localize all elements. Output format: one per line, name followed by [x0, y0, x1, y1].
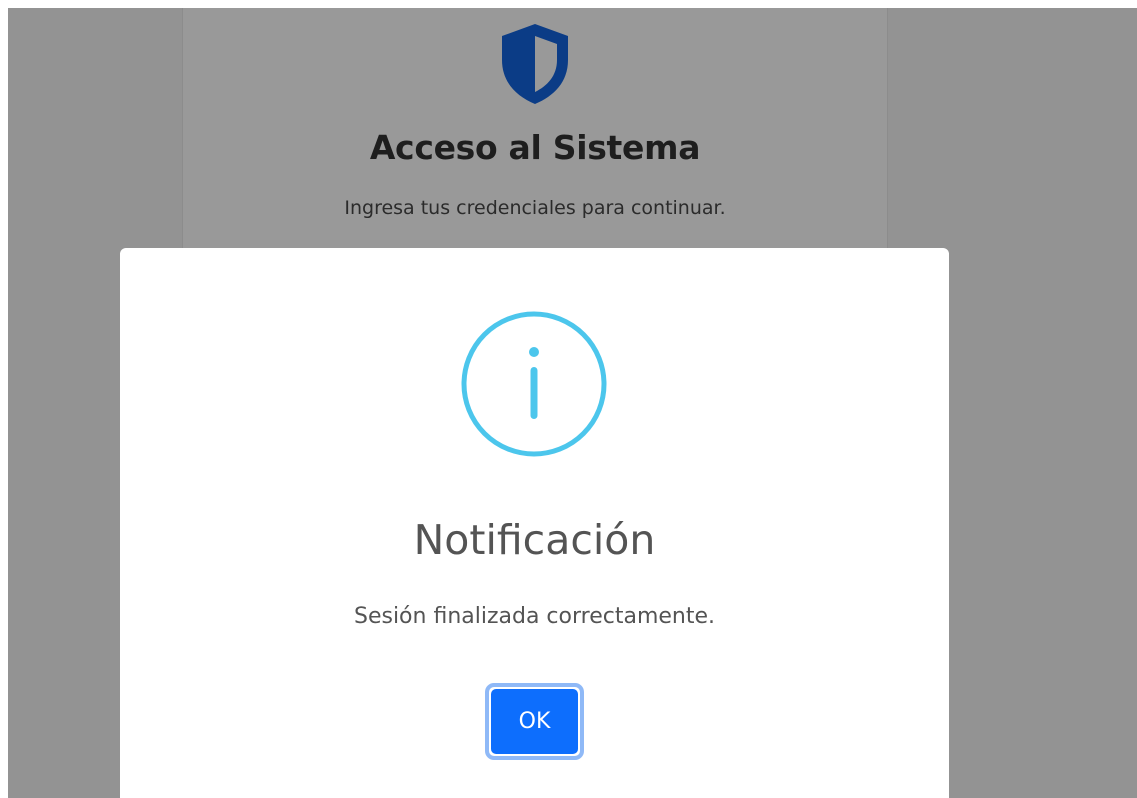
dialog-title: Notificación	[413, 516, 656, 564]
login-subtitle: Ingresa tus credenciales para continuar.	[344, 197, 726, 219]
ok-button-label: OK	[491, 689, 578, 754]
dialog-message: Sesión finalizada correctamente.	[353, 604, 716, 629]
page: Acceso al Sistema Ingresa tus credencial…	[0, 0, 1137, 798]
ok-button[interactable]: OK	[485, 683, 584, 760]
login-title: Acceso al Sistema	[369, 128, 701, 167]
notification-dialog: Notificación Sesión finalizada correctam…	[120, 248, 949, 798]
shield-icon	[502, 24, 568, 104]
info-icon	[461, 311, 607, 457]
